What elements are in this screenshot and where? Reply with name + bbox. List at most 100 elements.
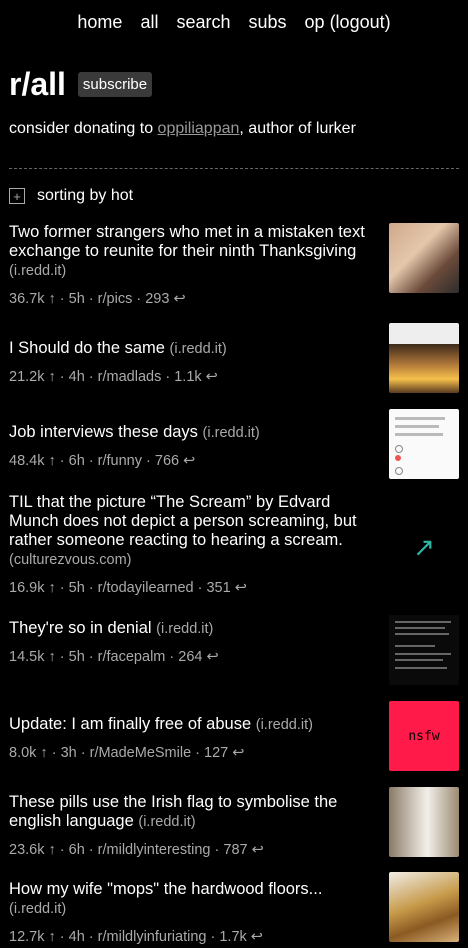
post-meta: 48.4k ↑ · 6h · r/funny · 766 ↩ <box>9 453 196 469</box>
post-item: How my wife "mops" the hardwood floors..… <box>0 872 468 945</box>
post-thumbnail[interactable] <box>389 872 459 942</box>
post-meta: 12.7k ↑ · 4h · r/mildlyinfuriating · 1.7… <box>9 929 263 945</box>
post-age: 4h <box>68 369 85 385</box>
post-age: 3h <box>60 745 77 761</box>
plus-box-icon[interactable]: + <box>9 188 25 204</box>
post-title-row: Update: I am finally free of abuse (i.re… <box>9 715 375 735</box>
post-title[interactable]: They're so in denial <box>9 619 152 637</box>
post-item: Two former strangers who met in a mistak… <box>0 223 468 307</box>
post-age: 4h <box>68 929 85 945</box>
nav-search[interactable]: search <box>176 12 230 33</box>
post-domain[interactable]: (i.redd.it) <box>170 341 227 357</box>
nav-username[interactable]: op <box>305 12 325 32</box>
post-comments[interactable]: 351 ↩ <box>206 580 246 596</box>
post-score: 8.0k ↑ <box>9 745 48 761</box>
post-body: These pills use the Irish flag to symbol… <box>9 787 389 858</box>
post-thumbnail[interactable] <box>389 409 459 479</box>
nsfw-label: nsfw <box>408 728 440 744</box>
nav-user: op (logout) <box>305 12 391 33</box>
nav-subs[interactable]: subs <box>248 12 286 33</box>
post-comments[interactable]: 787 ↩ <box>223 842 263 858</box>
post-list: Two former strangers who met in a mistak… <box>0 223 468 945</box>
post-subreddit[interactable]: r/todayilearned <box>98 580 194 596</box>
post-subreddit[interactable]: r/mildlyinfuriating <box>98 929 207 945</box>
post-title-row: TIL that the picture “The Scream” by Edv… <box>9 493 375 570</box>
post-age: 5h <box>68 649 85 665</box>
sorting-label[interactable]: sorting by hot <box>37 187 133 205</box>
post-thumbnail[interactable] <box>389 787 459 857</box>
post-subreddit[interactable]: r/facepalm <box>98 649 166 665</box>
post-thumbnail[interactable]: nsfw <box>389 701 459 771</box>
post-domain[interactable]: (i.redd.it) <box>9 263 66 279</box>
post-body: Job interviews these days (i.redd.it) 48… <box>9 409 389 479</box>
post-title[interactable]: Update: I am finally free of abuse <box>9 715 251 733</box>
post-comments[interactable]: 127 ↩ <box>204 745 244 761</box>
post-thumbnail[interactable] <box>389 615 459 685</box>
post-item: I Should do the same (i.redd.it) 21.2k ↑… <box>0 323 468 393</box>
post-age: 6h <box>68 842 85 858</box>
post-age: 5h <box>68 291 85 307</box>
post-domain[interactable]: (i.redd.it) <box>256 717 313 733</box>
post-title-row: These pills use the Irish flag to symbol… <box>9 793 375 832</box>
post-domain[interactable]: (i.redd.it) <box>138 814 195 830</box>
external-link-icon: ↗ <box>413 531 435 562</box>
donate-suffix: , author of lurker <box>239 120 356 137</box>
post-title-row: I Should do the same (i.redd.it) <box>9 339 375 359</box>
post-comments[interactable]: 1.7k ↩ <box>219 929 263 945</box>
post-score: 36.7k ↑ <box>9 291 56 307</box>
post-score: 12.7k ↑ <box>9 929 56 945</box>
post-title-row: They're so in denial (i.redd.it) <box>9 619 375 639</box>
subreddit-title: r/all <box>9 65 66 102</box>
post-thumbnail[interactable]: ↗ <box>389 493 459 601</box>
post-title[interactable]: Job interviews these days <box>9 423 198 441</box>
post-subreddit[interactable]: r/pics <box>98 291 133 307</box>
post-comments[interactable]: 766 ↩ <box>155 453 195 469</box>
post-title[interactable]: I Should do the same <box>9 339 165 357</box>
post-meta: 23.6k ↑ · 6h · r/mildlyinteresting · 787… <box>9 842 264 858</box>
donate-prefix: consider donating to <box>9 120 158 137</box>
post-item: Job interviews these days (i.redd.it) 48… <box>0 409 468 479</box>
subscribe-button[interactable]: subscribe <box>77 71 153 97</box>
donate-link[interactable]: oppiliappan <box>158 120 240 137</box>
post-thumbnail[interactable] <box>389 223 459 293</box>
post-body: I Should do the same (i.redd.it) 21.2k ↑… <box>9 323 389 393</box>
post-item: TIL that the picture “The Scream” by Edv… <box>0 493 468 601</box>
post-thumbnail[interactable] <box>389 323 459 393</box>
post-title-row: How my wife "mops" the hardwood floors..… <box>9 880 375 919</box>
post-domain[interactable]: (i.redd.it) <box>9 901 66 917</box>
post-comments[interactable]: 293 ↩ <box>145 291 185 307</box>
post-meta: 21.2k ↑ · 4h · r/madlads · 1.1k ↩ <box>9 369 218 385</box>
nav-logout[interactable]: (logout) <box>330 12 391 32</box>
post-meta: 16.9k ↑ · 5h · r/todayilearned · 351 ↩ <box>9 580 247 596</box>
post-age: 6h <box>68 453 85 469</box>
post-subreddit[interactable]: r/madlads <box>98 369 162 385</box>
post-title[interactable]: How my wife "mops" the hardwood floors..… <box>9 880 322 898</box>
donate-message: consider donating to oppiliappan, author… <box>0 120 468 138</box>
post-score: 16.9k ↑ <box>9 580 56 596</box>
top-nav: home all search subs op (logout) <box>0 0 468 44</box>
post-score: 48.4k ↑ <box>9 453 56 469</box>
nav-all[interactable]: all <box>140 12 158 33</box>
post-subreddit[interactable]: r/funny <box>98 453 142 469</box>
nav-home[interactable]: home <box>77 12 122 33</box>
post-age: 5h <box>68 580 85 596</box>
post-meta: 14.5k ↑ · 5h · r/facepalm · 264 ↩ <box>9 649 219 665</box>
post-title-row: Job interviews these days (i.redd.it) <box>9 423 375 443</box>
post-domain[interactable]: (culturezvous.com) <box>9 552 131 568</box>
post-body: Two former strangers who met in a mistak… <box>9 223 389 307</box>
post-title[interactable]: Two former strangers who met in a mistak… <box>9 223 365 260</box>
post-score: 23.6k ↑ <box>9 842 56 858</box>
post-comments[interactable]: 264 ↩ <box>178 649 218 665</box>
post-title-row: Two former strangers who met in a mistak… <box>9 223 375 281</box>
sorting-bar: + sorting by hot <box>0 169 468 223</box>
post-domain[interactable]: (i.redd.it) <box>156 621 213 637</box>
post-subreddit[interactable]: r/mildlyinteresting <box>98 842 211 858</box>
post-item: They're so in denial (i.redd.it) 14.5k ↑… <box>0 615 468 685</box>
post-body: Update: I am finally free of abuse (i.re… <box>9 701 389 771</box>
post-comments[interactable]: 1.1k ↩ <box>174 369 218 385</box>
subreddit-header: r/all subscribe <box>0 44 468 124</box>
post-domain[interactable]: (i.redd.it) <box>203 425 260 441</box>
post-title[interactable]: TIL that the picture “The Scream” by Edv… <box>9 493 357 549</box>
post-meta: 36.7k ↑ · 5h · r/pics · 293 ↩ <box>9 291 186 307</box>
post-subreddit[interactable]: r/MadeMeSmile <box>90 745 192 761</box>
